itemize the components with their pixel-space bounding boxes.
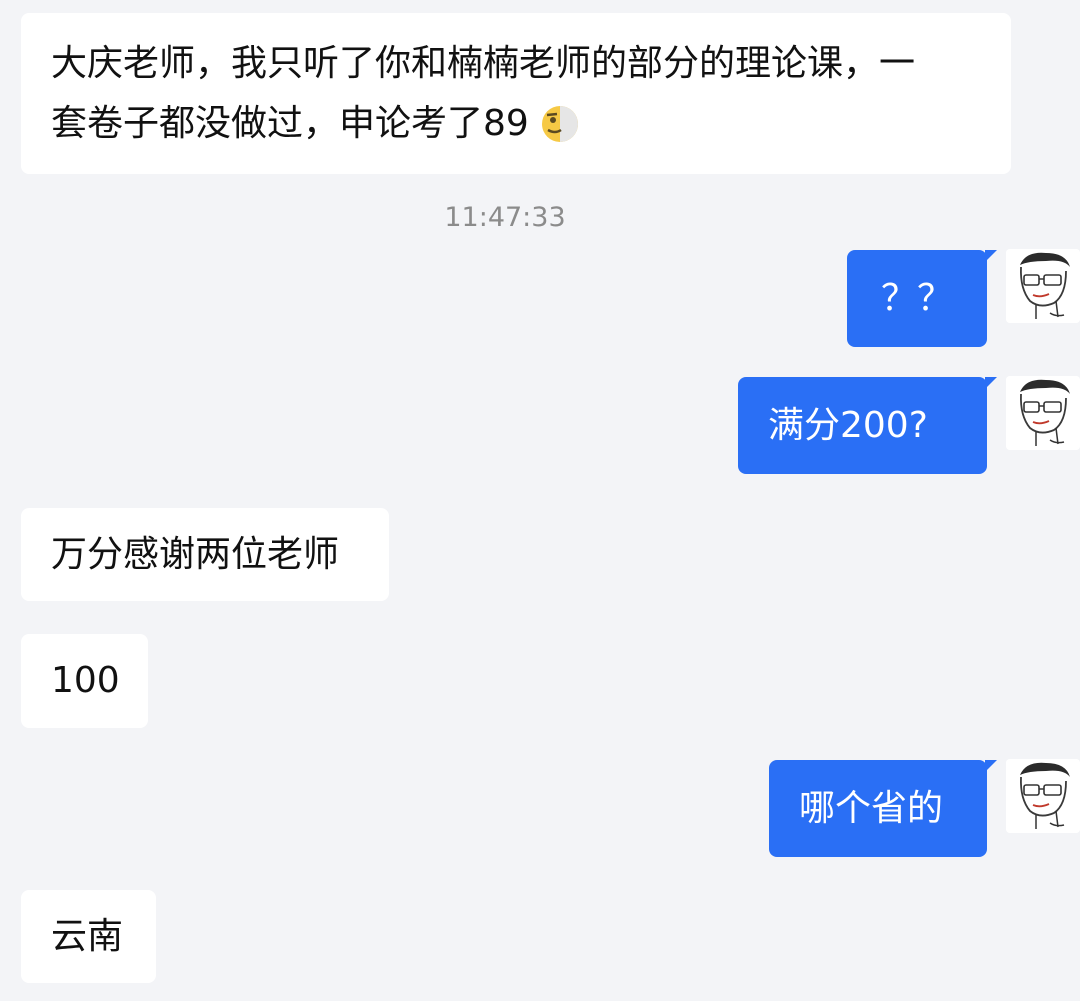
outgoing-message-bubble[interactable]: 哪个省的 bbox=[769, 760, 987, 857]
message-text-line: 大庆老师，我只听了你和楠楠老师的部分的理论课，一 bbox=[51, 43, 916, 84]
smirk-face-emoji-icon bbox=[539, 94, 581, 154]
message-timestamp: 11:47:33 bbox=[444, 202, 566, 233]
message-text: 哪个省的 bbox=[799, 788, 944, 829]
incoming-message-bubble[interactable]: 云南 bbox=[21, 890, 156, 983]
message-text-line: 套卷子都没做过，申论考了89 bbox=[51, 103, 529, 144]
outgoing-message-bubble[interactable]: 满分200? bbox=[738, 377, 987, 474]
incoming-message-bubble[interactable]: 大庆老师，我只听了你和楠楠老师的部分的理论课，一 套卷子都没做过，申论考了89 bbox=[21, 13, 1011, 174]
incoming-message-bubble[interactable]: 100 bbox=[21, 634, 148, 728]
outgoing-message-bubble[interactable]: ？？ bbox=[847, 250, 987, 347]
message-text: 云南 bbox=[51, 916, 124, 957]
teacher-avatar-icon[interactable] bbox=[1006, 249, 1080, 323]
bubble-tail bbox=[985, 760, 997, 772]
bubble-tail bbox=[985, 250, 997, 262]
message-text: ？？ bbox=[880, 278, 953, 319]
message-text: 万分感谢两位老师 bbox=[51, 534, 340, 575]
teacher-avatar-icon[interactable] bbox=[1006, 759, 1080, 833]
message-text: 100 bbox=[51, 660, 120, 701]
bubble-tail bbox=[985, 377, 997, 389]
message-text: 满分200? bbox=[768, 405, 928, 446]
teacher-avatar-icon[interactable] bbox=[1006, 376, 1080, 450]
incoming-message-bubble[interactable]: 万分感谢两位老师 bbox=[21, 508, 389, 601]
